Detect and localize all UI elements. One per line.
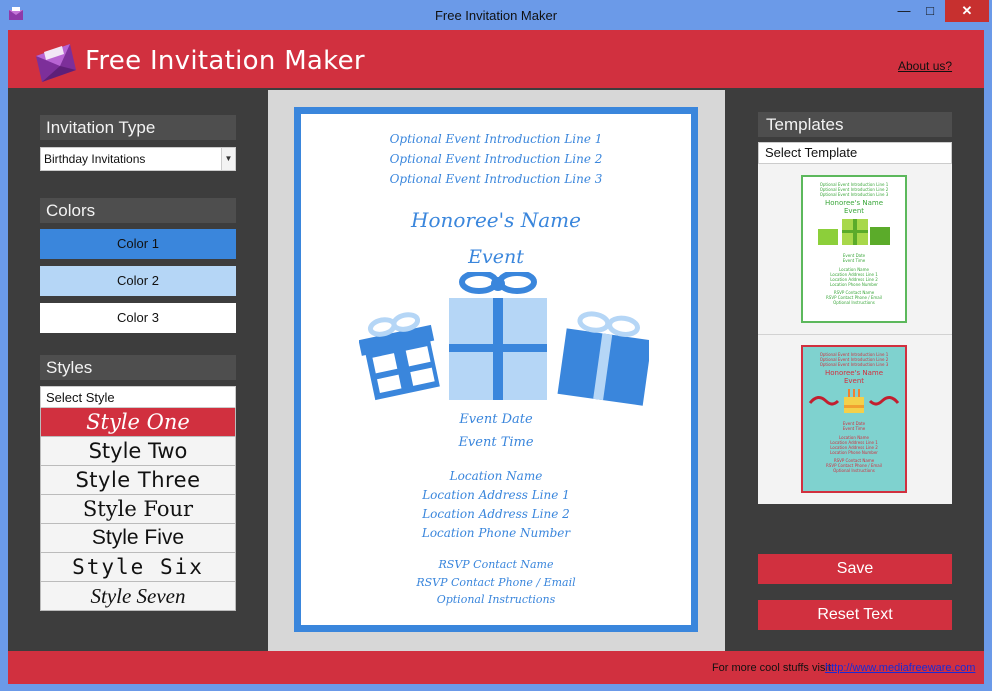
tpl-red-honoree: Honoree's Name xyxy=(824,369,884,377)
optional-instructions[interactable]: Optional Instructions xyxy=(301,593,691,606)
tpl-red-cake-icon xyxy=(808,389,900,413)
templates-heading: Templates xyxy=(758,112,952,137)
tpl-red-event: Event xyxy=(843,377,865,385)
tpl-green-instructions: Optional Instructions xyxy=(833,300,875,305)
location-address-1[interactable]: Location Address Line 1 xyxy=(301,488,691,502)
tpl-green-event: Event xyxy=(843,207,865,215)
template-divider xyxy=(758,334,952,335)
color-1-button[interactable]: Color 1 xyxy=(40,229,236,259)
save-button[interactable]: Save xyxy=(758,554,952,584)
tpl-green-time: Event Time xyxy=(842,258,866,263)
window-title: Free Invitation Maker xyxy=(434,8,558,23)
about-us-link[interactable]: About us? xyxy=(898,59,952,73)
templates-list: Optional Event Introduction Line 1 Optio… xyxy=(758,164,952,504)
location-address-2[interactable]: Location Address Line 2 xyxy=(301,507,691,521)
gift-boxes-illustration xyxy=(359,272,649,406)
color-2-button[interactable]: Color 2 xyxy=(40,266,236,296)
close-button[interactable]: ✕ xyxy=(945,0,989,22)
invitation-card: Optional Event Introduction Line 1 Optio… xyxy=(294,107,698,632)
style-item-three[interactable]: Style Three xyxy=(40,466,236,495)
colors-heading: Colors xyxy=(40,198,236,223)
invitation-preview-area: Optional Event Introduction Line 1 Optio… xyxy=(268,90,725,651)
style-item-five[interactable]: Style Five xyxy=(40,524,236,553)
window-titlebar: Free Invitation Maker — □ ✕ xyxy=(0,0,992,30)
style-item-six[interactable]: Style Six xyxy=(40,553,236,582)
select-template-label[interactable]: Select Template xyxy=(758,142,952,164)
tpl-red-time: Event Time xyxy=(842,426,866,431)
tpl-green-gifts-icon xyxy=(818,219,890,245)
intro-line-2[interactable]: Optional Event Introduction Line 2 xyxy=(301,152,691,166)
minimize-button[interactable]: — xyxy=(891,0,917,22)
app-title: Free Invitation Maker xyxy=(85,46,365,76)
style-item-one[interactable]: Style One xyxy=(40,408,236,437)
tpl-red-intro-3: Optional Event Introduction Line 3 xyxy=(819,362,889,367)
tpl-green-honoree: Honoree's Name xyxy=(824,199,884,207)
template-red-thumbnail[interactable]: Optional Event Introduction Line 1 Optio… xyxy=(801,345,907,493)
tpl-green-phone: Location Phone Number xyxy=(830,282,878,287)
honoree-name[interactable]: Honoree's Name xyxy=(301,208,691,232)
tpl-red-instructions: Optional Instructions xyxy=(833,468,875,473)
envelope-logo-icon xyxy=(36,44,76,82)
invitation-type-value: Birthday Invitations xyxy=(44,152,146,166)
tpl-green-intro-3: Optional Event Introduction Line 3 xyxy=(819,192,889,197)
location-phone[interactable]: Location Phone Number xyxy=(301,526,691,540)
app-footer: For more cool stuffs visit: http://www.m… xyxy=(8,651,984,684)
location-name[interactable]: Location Name xyxy=(301,469,691,483)
rsvp-contact-name[interactable]: RSVP Contact Name xyxy=(301,558,691,571)
select-style-label[interactable]: Select Style xyxy=(40,386,236,408)
website-link[interactable]: http://www.mediafreeware.com xyxy=(825,662,975,674)
maximize-button[interactable]: □ xyxy=(917,0,943,22)
invitation-type-select[interactable]: Birthday Invitations ▼ xyxy=(40,147,236,171)
template-green-thumbnail[interactable]: Optional Event Introduction Line 1 Optio… xyxy=(801,175,907,323)
style-item-four[interactable]: Style Four xyxy=(40,495,236,524)
invitation-type-heading: Invitation Type xyxy=(40,115,236,140)
tpl-red-phone: Location Phone Number xyxy=(830,450,878,455)
color-3-button[interactable]: Color 3 xyxy=(40,303,236,333)
event-time[interactable]: Event Time xyxy=(301,435,691,450)
app-frame: Free Invitation Maker About us? Invitati… xyxy=(8,30,984,684)
styles-list: Select Style Style One Style Two Style T… xyxy=(40,386,236,611)
event-name[interactable]: Event xyxy=(301,246,691,268)
event-date[interactable]: Event Date xyxy=(301,412,691,427)
chevron-down-icon[interactable]: ▼ xyxy=(221,148,235,170)
footer-text: For more cool stuffs visit: xyxy=(711,662,834,674)
intro-line-1[interactable]: Optional Event Introduction Line 1 xyxy=(301,132,691,146)
intro-line-3[interactable]: Optional Event Introduction Line 3 xyxy=(301,172,691,186)
style-item-seven[interactable]: Style Seven xyxy=(40,582,236,611)
app-header: Free Invitation Maker About us? xyxy=(8,30,984,88)
style-item-two[interactable]: Style Two xyxy=(40,437,236,466)
rsvp-contact-phone[interactable]: RSVP Contact Phone / Email xyxy=(301,576,691,589)
styles-heading: Styles xyxy=(40,355,236,380)
reset-text-button[interactable]: Reset Text xyxy=(758,600,952,630)
